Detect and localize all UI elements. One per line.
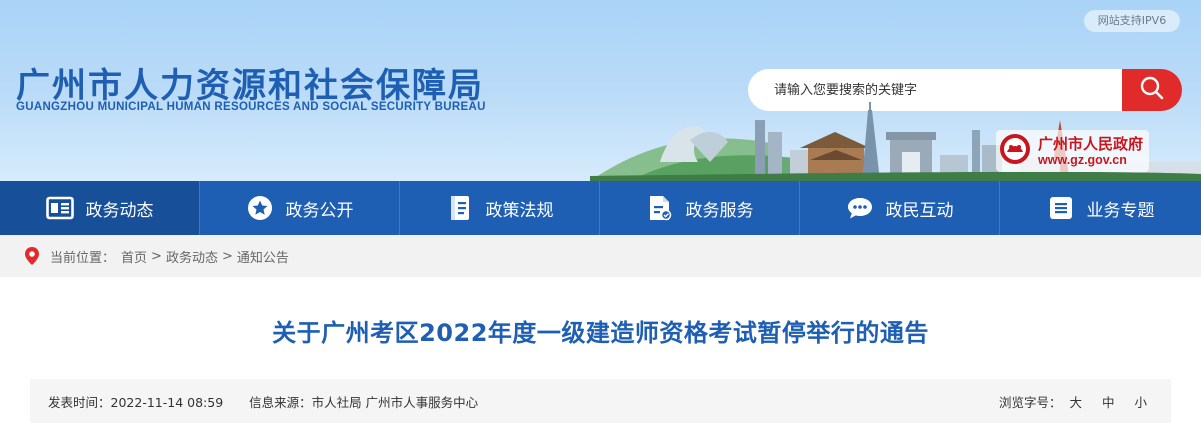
nav-label: 政务动态	[85, 200, 154, 221]
font-size-switcher: 浏览字号： 大 中 小	[999, 392, 1147, 411]
publish-info: 发表时间：2022-11-14 08:59	[48, 392, 223, 411]
site-title-english: GUANGZHOU MUNICIPAL HUMAN RESOURCES AND …	[16, 101, 486, 113]
breadcrumb: 当前位置： 首页 > 政务动态 > 通知公告	[0, 235, 1201, 277]
font-size-medium-button[interactable]: 中	[1102, 392, 1115, 411]
location-pin-icon	[24, 246, 40, 266]
nav-label: 业务专题	[1086, 200, 1155, 221]
gz-gov-emblem-icon	[998, 132, 1032, 170]
service-doc-icon	[646, 194, 674, 222]
nav-item-disclosure[interactable]: 政务公开	[200, 181, 400, 235]
article-meta-bar: 发表时间：2022-11-14 08:59 信息来源：市人社局 广州市人事服务中…	[30, 379, 1171, 423]
breadcrumb-prefix: 当前位置：	[50, 250, 116, 266]
nav-label: 政策法规	[485, 200, 554, 221]
gz-gov-name: 广州市人民政府	[1038, 135, 1144, 153]
breadcrumb-home[interactable]: 首页	[121, 247, 147, 266]
article-title: 关于广州考区2022年度一级建造师资格考试暂停举行的通告	[272, 319, 929, 347]
main-nav: 政务动态 政务公开 政策法规 政务服务 政民互动 业务专题	[0, 181, 1201, 235]
publish-label: 发表时间：	[48, 394, 111, 410]
list-icon	[1047, 194, 1075, 222]
source-label: 信息来源：	[249, 394, 312, 410]
chat-icon	[846, 194, 874, 222]
nav-item-policy[interactable]: 政策法规	[400, 181, 600, 235]
source-info: 信息来源：市人社局 广州市人事服务中心	[249, 392, 478, 411]
nav-label: 政民互动	[885, 200, 954, 221]
font-size-label: 浏览字号：	[998, 394, 1062, 410]
breadcrumb-news[interactable]: 政务动态	[166, 247, 218, 266]
publish-time: 2022-11-14 08:59	[110, 394, 224, 410]
breadcrumb-separator: >	[221, 248, 233, 264]
book-icon	[446, 194, 474, 222]
nav-item-services[interactable]: 政务服务	[600, 181, 800, 235]
site-header: 网站支持IPV6 广州市人力资源和社会保障局 GUANGZHOU MUNICIP…	[0, 0, 1201, 181]
nav-item-interaction[interactable]: 政民互动	[800, 181, 1000, 235]
ipv6-badge: 网站支持IPV6	[1084, 10, 1180, 32]
source-value: 市人社局 广州市人事服务中心	[311, 394, 479, 410]
gz-gov-url: www.gz.gov.cn	[1038, 153, 1127, 167]
nav-item-news[interactable]: 政务动态	[0, 181, 200, 235]
gz-gov-link[interactable]: 广州市人民政府 www.gz.gov.cn	[996, 130, 1150, 172]
site-title[interactable]: 广州市人力资源和社会保障局	[16, 58, 484, 107]
breadcrumb-notices[interactable]: 通知公告	[237, 247, 289, 266]
nav-label: 政务服务	[685, 200, 754, 221]
breadcrumb-separator: >	[151, 248, 162, 264]
font-size-small-button[interactable]: 小	[1134, 392, 1147, 411]
star-icon	[246, 194, 274, 222]
nav-label: 政务公开	[285, 200, 354, 221]
font-size-large-button[interactable]: 大	[1069, 392, 1082, 411]
news-icon	[45, 194, 74, 222]
nav-item-topics[interactable]: 业务专题	[1000, 181, 1201, 235]
